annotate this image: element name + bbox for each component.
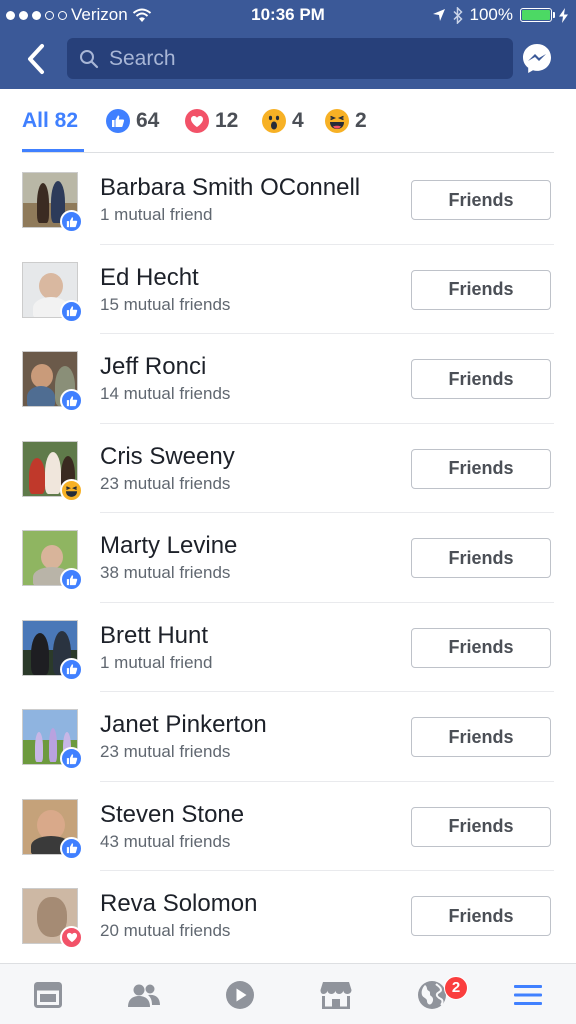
friends-button[interactable]: Friends bbox=[411, 806, 551, 847]
haha-badge-icon bbox=[60, 478, 83, 502]
mutual-friends: 23 mutual friends bbox=[100, 473, 231, 493]
person-name[interactable]: Ed Hecht bbox=[100, 264, 199, 292]
tab-love[interactable]: 12 bbox=[185, 109, 238, 133]
search-box[interactable] bbox=[67, 38, 513, 79]
video-icon bbox=[226, 981, 254, 1009]
like-badge-icon bbox=[60, 836, 83, 860]
tab-all-label: All 82 bbox=[22, 109, 79, 132]
like-badge-icon bbox=[60, 299, 83, 323]
person-name[interactable]: Barbara Smith OConnell bbox=[100, 174, 360, 202]
mutual-friends: 43 mutual friends bbox=[100, 831, 231, 851]
wow-icon bbox=[262, 109, 286, 133]
mutual-friends: 20 mutual friends bbox=[100, 921, 231, 940]
messenger-icon bbox=[523, 44, 551, 73]
like-badge-icon bbox=[60, 389, 83, 412]
tab-like[interactable]: 64 bbox=[106, 109, 159, 133]
tab-all[interactable]: All 82 bbox=[22, 109, 84, 152]
friends-icon bbox=[128, 984, 160, 1007]
mutual-friends: 38 mutual friends bbox=[100, 563, 231, 582]
charging-bolt-icon bbox=[559, 7, 568, 23]
search-input[interactable] bbox=[109, 46, 489, 71]
reaction-tabs: All 82 64 12 4 2 bbox=[22, 89, 554, 153]
notifications-globe-icon bbox=[418, 981, 446, 1009]
battery-percent: 100% bbox=[469, 5, 513, 24]
person-name[interactable]: Jeff Ronci bbox=[100, 353, 206, 381]
tab-friend-requests[interactable] bbox=[127, 978, 161, 1012]
friends-button[interactable]: Friends bbox=[411, 627, 551, 668]
like-badge-icon bbox=[60, 568, 83, 591]
top-bar: Verizon 10:36 PM 100% bbox=[0, 0, 576, 89]
person-name[interactable]: Marty Levine bbox=[100, 532, 237, 560]
tab-marketplace[interactable] bbox=[319, 978, 353, 1012]
nav-row bbox=[0, 38, 576, 80]
tab-news-feed[interactable] bbox=[31, 978, 65, 1012]
mutual-friends: 23 mutual friends bbox=[100, 742, 231, 761]
battery-fill bbox=[522, 10, 550, 20]
news-feed-icon bbox=[34, 982, 62, 1008]
list-item[interactable]: Cris Sweeny 23 mutual friends Friends bbox=[0, 424, 576, 513]
list-item[interactable]: Ed Hecht 15 mutual friends Friends bbox=[0, 245, 576, 334]
tab-love-count: 12 bbox=[215, 109, 239, 132]
list-item[interactable]: Brett Hunt 1 mutual friend Friends bbox=[0, 603, 576, 692]
love-icon bbox=[185, 109, 209, 133]
messenger-button[interactable] bbox=[521, 42, 553, 74]
tab-menu[interactable] bbox=[511, 978, 545, 1012]
friends-button[interactable]: Friends bbox=[411, 717, 551, 757]
menu-icon bbox=[514, 985, 542, 1005]
mutual-friends: 1 mutual friend bbox=[100, 205, 213, 224]
mutual-friends: 15 mutual friends bbox=[100, 294, 231, 314]
tab-like-count: 64 bbox=[136, 109, 160, 132]
tab-video[interactable] bbox=[223, 978, 257, 1012]
list-item[interactable]: Marty Levine 38 mutual friends Friends bbox=[0, 513, 576, 603]
reactions-people-list: Barbara Smith OConnell 1 mutual friend F… bbox=[0, 155, 576, 961]
bluetooth-icon bbox=[452, 6, 463, 24]
mutual-friends: 14 mutual friends bbox=[100, 384, 231, 403]
like-badge-icon bbox=[60, 210, 83, 233]
friends-button[interactable]: Friends bbox=[411, 180, 551, 220]
search-icon bbox=[80, 49, 99, 68]
notifications-count-badge: 2 bbox=[444, 976, 468, 1000]
friends-button[interactable]: Friends bbox=[411, 448, 551, 489]
list-item[interactable]: Steven Stone 43 mutual friends Friends bbox=[0, 782, 576, 871]
battery-icon bbox=[520, 8, 555, 22]
like-icon bbox=[106, 109, 130, 133]
friends-button[interactable]: Friends bbox=[411, 359, 551, 399]
person-name[interactable]: Cris Sweeny bbox=[100, 443, 235, 471]
status-bar: Verizon 10:36 PM 100% bbox=[0, 0, 576, 30]
person-name[interactable]: Steven Stone bbox=[100, 801, 244, 829]
list-item[interactable]: Reva Solomon 20 mutual friends Friends bbox=[0, 871, 576, 961]
like-badge-icon bbox=[60, 657, 83, 681]
like-badge-icon bbox=[60, 747, 83, 770]
location-arrow-icon bbox=[432, 9, 445, 21]
status-right: 100% bbox=[432, 5, 568, 25]
list-item[interactable]: Jeff Ronci 14 mutual friends Friends bbox=[0, 334, 576, 424]
person-name[interactable]: Brett Hunt bbox=[100, 622, 208, 650]
friends-button[interactable]: Friends bbox=[411, 896, 551, 936]
chevron-left-icon bbox=[28, 44, 44, 74]
list-item[interactable]: Barbara Smith OConnell 1 mutual friend F… bbox=[0, 155, 576, 245]
friends-button[interactable]: Friends bbox=[411, 269, 551, 310]
person-name[interactable]: Janet Pinkerton bbox=[100, 711, 267, 739]
tab-haha-count: 2 bbox=[355, 109, 367, 132]
haha-icon bbox=[325, 109, 349, 133]
bottom-tab-bar: 2 bbox=[0, 963, 576, 1024]
friends-button[interactable]: Friends bbox=[411, 538, 551, 578]
list-item[interactable]: Janet Pinkerton 23 mutual friends Friend… bbox=[0, 692, 576, 782]
tab-selected-underline bbox=[22, 149, 84, 152]
tab-haha[interactable]: 2 bbox=[325, 109, 367, 133]
tab-wow[interactable]: 4 bbox=[262, 109, 304, 133]
marketplace-icon bbox=[320, 982, 352, 1009]
person-name[interactable]: Reva Solomon bbox=[100, 890, 257, 918]
mutual-friends: 1 mutual friend bbox=[100, 652, 213, 672]
love-badge-icon bbox=[60, 926, 83, 949]
back-button[interactable] bbox=[22, 42, 52, 76]
tab-wow-count: 4 bbox=[292, 109, 304, 132]
